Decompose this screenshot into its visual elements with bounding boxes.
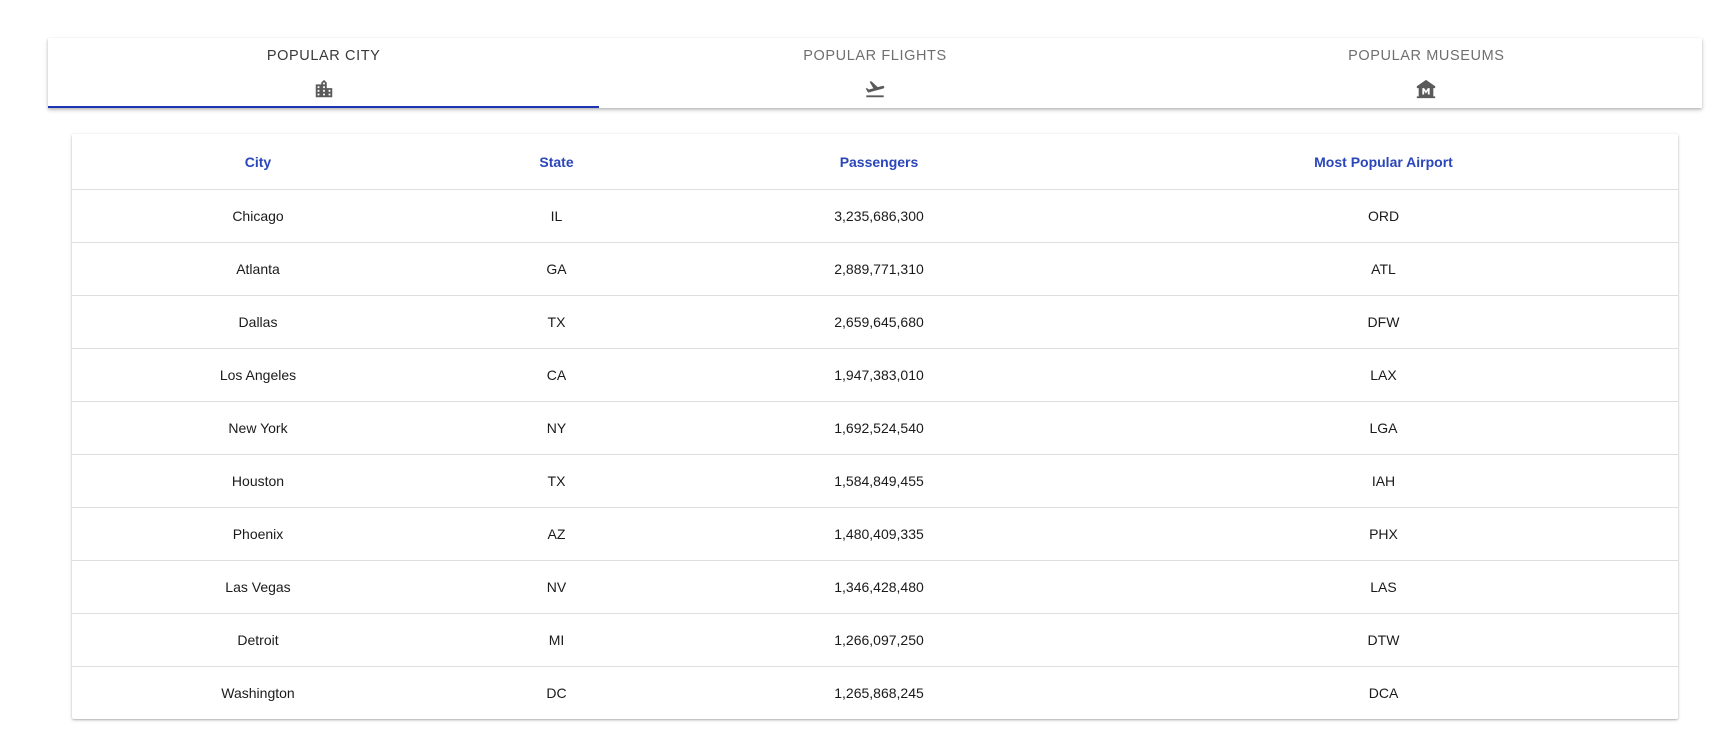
table-row: Houston TX 1,584,849,455 IAH [72,454,1678,508]
table-row: Detroit MI 1,266,097,250 DTW [72,613,1678,667]
cell-airport: LGA [1089,401,1678,455]
cell-city: New York [72,401,444,455]
cell-state: IL [444,189,669,243]
table-body: Chicago IL 3,235,686,300 ORD Atlanta GA 2,889,… [72,189,1678,720]
cell-state: AZ [444,507,669,561]
column-header-city[interactable]: City [72,134,444,190]
table-row: Phoenix AZ 1,480,409,335 PHX [72,507,1678,561]
tab-label: POPULAR MUSEUMS [1348,48,1505,64]
cell-city: Atlanta [72,242,444,296]
cell-state: GA [444,242,669,296]
cell-airport: IAH [1089,454,1678,508]
tab-popular-museums[interactable]: POPULAR MUSEUMS [1151,38,1702,108]
cell-airport: LAS [1089,560,1678,614]
cell-city: Las Vegas [72,560,444,614]
cell-airport: ORD [1089,189,1678,243]
table-row: Washington DC 1,265,868,245 DCA [72,667,1678,720]
cell-passengers: 1,265,868,245 [834,685,924,701]
tab-popular-city[interactable]: POPULAR CITY [48,38,600,108]
cell-city: Washington [221,685,295,701]
cell-airport: DFW [1089,295,1678,349]
table-row: Chicago IL 3,235,686,300 ORD [72,189,1678,243]
cell-airport: LAX [1089,348,1678,402]
cell-passengers: 1,692,524,540 [669,401,1089,455]
cell-state: MI [444,613,669,667]
table-row: Dallas TX 2,659,645,680 DFW [72,295,1678,349]
column-header-passengers[interactable]: Passengers [669,134,1089,190]
cell-city: Houston [72,454,444,508]
table-row: New York NY 1,692,524,540 LGA [72,401,1678,455]
active-tab-indicator [48,106,600,108]
cell-passengers: 1,266,097,250 [669,613,1089,667]
cell-city: Chicago [72,189,444,243]
table-row: Las Vegas NV 1,346,428,480 LAS [72,560,1678,614]
cell-city: Dallas [72,295,444,349]
cell-passengers: 1,584,849,455 [669,454,1089,508]
cell-passengers: 2,659,645,680 [669,295,1089,349]
table-header-row: City State Passengers Most Popular Airpo… [72,134,1678,190]
cell-city: Phoenix [72,507,444,561]
cell-state: TX [444,295,669,349]
cell-passengers: 3,235,686,300 [669,189,1089,243]
cell-passengers: 2,889,771,310 [669,242,1089,296]
table-row: Atlanta GA 2,889,771,310 ATL [72,242,1678,296]
museum-icon [1417,79,1436,99]
cell-city: Detroit [72,613,444,667]
cell-passengers: 1,947,383,010 [669,348,1089,402]
cell-airport: ATL [1089,242,1678,296]
cell-airport: PHX [1089,507,1678,561]
city-icon [315,79,332,98]
table-row: Los Angeles CA 1,947,383,010 LAX [72,348,1678,402]
cell-passengers: 1,480,409,335 [669,507,1089,561]
cell-state: NV [444,560,669,614]
cell-passengers: 1,346,428,480 [669,560,1089,614]
cell-state: NY [444,401,669,455]
tab-popular-flights[interactable]: POPULAR FLIGHTS [599,38,1150,108]
cell-state: DC [546,685,567,701]
tab-label: POPULAR FLIGHTS [803,48,947,64]
cell-airport: DCA [1368,685,1399,701]
column-header-airport[interactable]: Most Popular Airport [1089,134,1678,190]
tab-label: POPULAR CITY [266,48,381,64]
data-table-card: City State Passengers Most Popular Airpo… [72,134,1678,719]
cell-city: Los Angeles [72,348,444,402]
cell-state: TX [444,454,669,508]
tab-bar: POPULAR CITY POPULAR FLIGHTS POPULAR MUS… [48,38,1702,108]
column-header-state[interactable]: State [444,134,669,190]
flight-takeoff-icon [865,81,885,98]
cell-state: CA [444,348,669,402]
cell-airport: DTW [1089,613,1678,667]
popular-city-table: City State Passengers Most Popular Airpo… [72,134,1678,719]
